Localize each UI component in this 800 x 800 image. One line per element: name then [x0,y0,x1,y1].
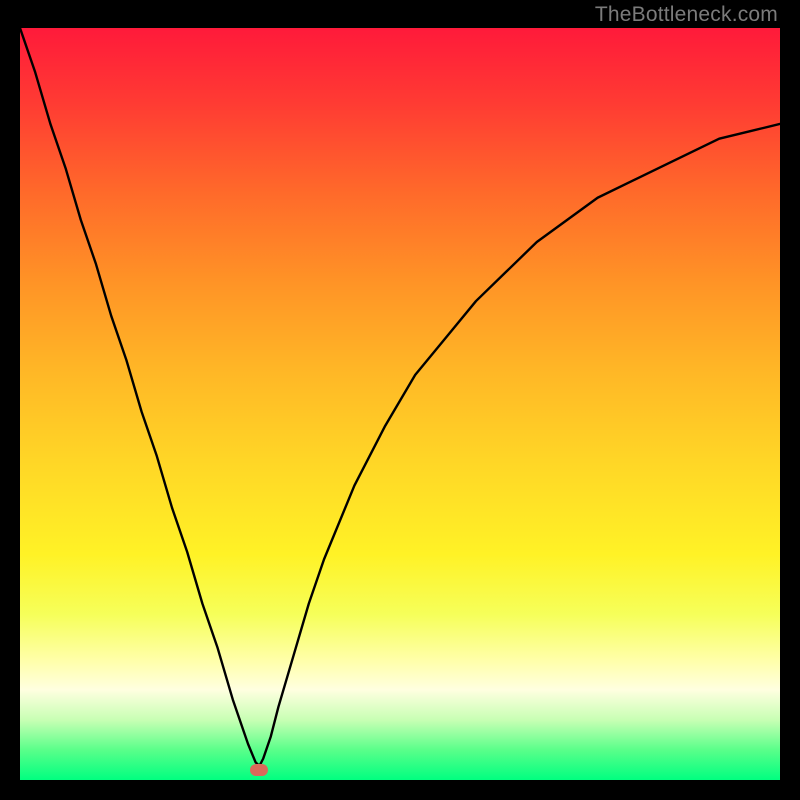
bottleneck-curve [20,28,780,780]
plot-area [20,28,780,780]
watermark-text: TheBottleneck.com [595,3,778,27]
chart-container: TheBottleneck.com [0,0,800,800]
optimal-point-marker [250,764,268,776]
